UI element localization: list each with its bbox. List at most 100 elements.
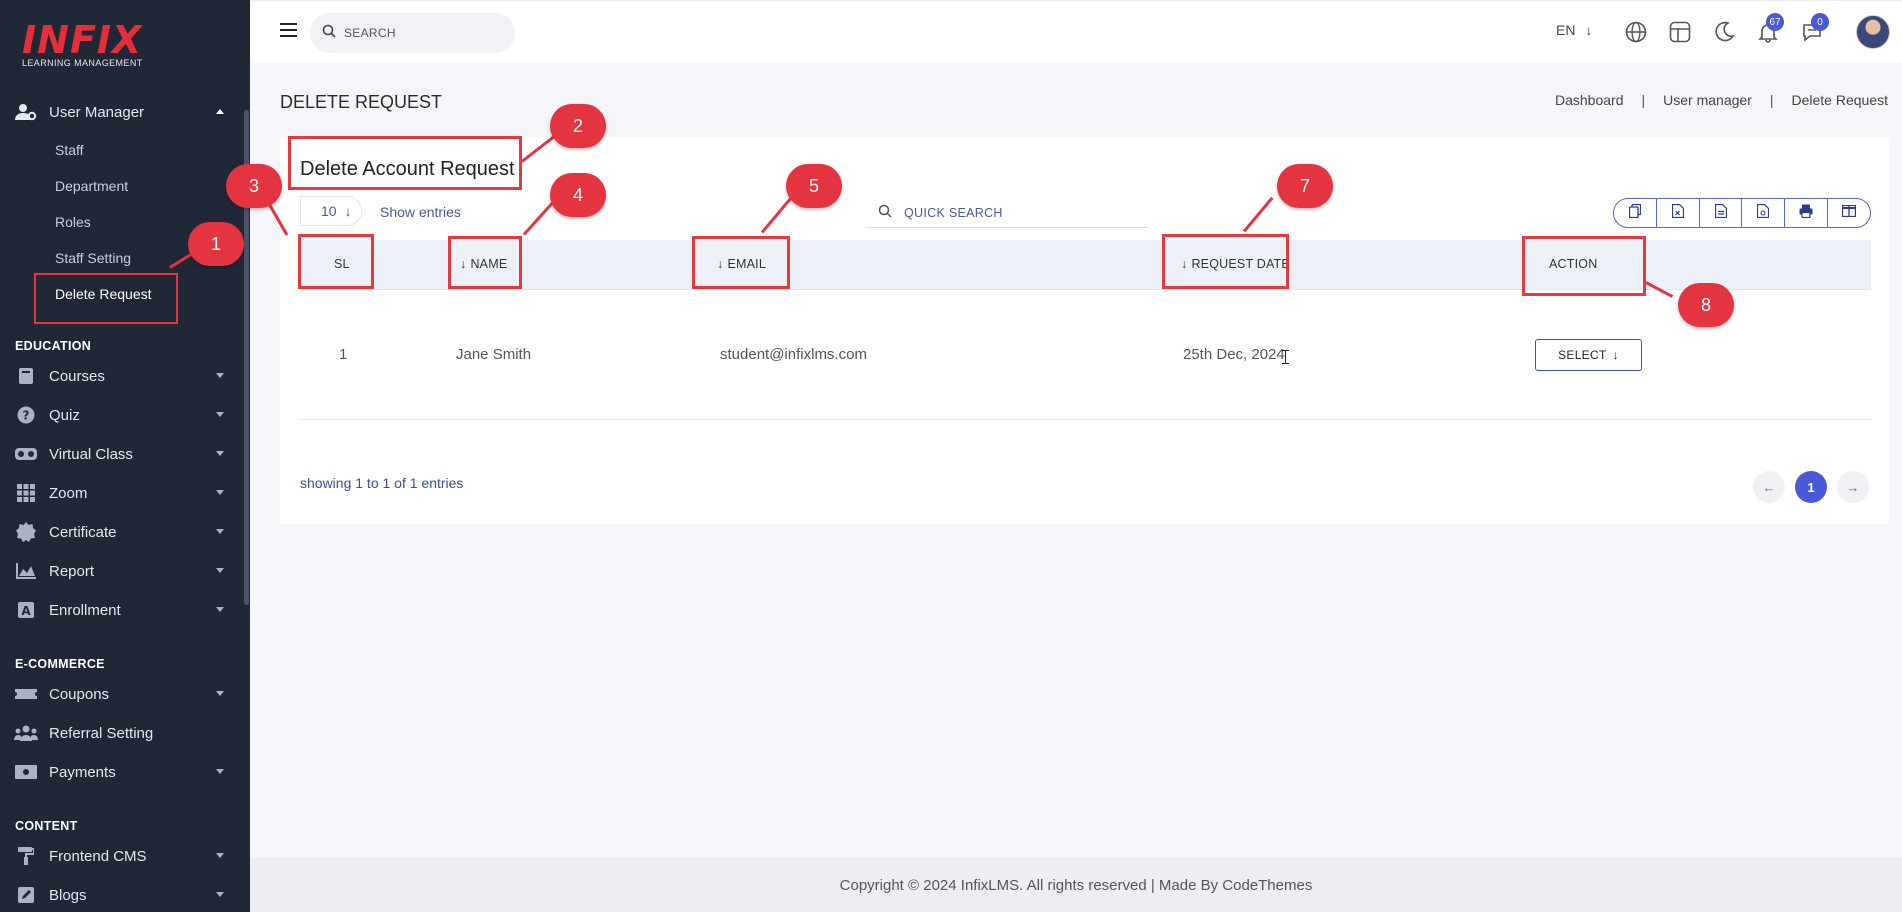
csv-export-button[interactable] [1700,199,1743,227]
sidebar-item-frontend-cms[interactable]: Frontend CMS [0,841,240,871]
sidebar-item-label: Certificate [49,523,117,541]
language-selector[interactable]: EN ↓ [1556,22,1592,38]
annotation-box-4 [448,236,522,289]
top-bar: SEARCH EN ↓ 67 0 [250,0,1902,63]
sidebar-item-user-manager[interactable]: User Manager [0,97,240,127]
sidebar: INFIX LEARNING MANAGEMENT User Manager S… [0,0,250,912]
chevron-up-icon [216,109,224,114]
certificate-icon [14,522,38,542]
pagination-page-1[interactable]: 1 [1795,471,1827,503]
sidebar-item-label: Coupons [49,685,110,703]
annotation-marker-1: 1 [188,222,244,266]
paint-roller-icon [14,847,38,865]
annotation-marker-5: 5 [786,164,842,208]
logo-tagline: LEARNING MANAGEMENT [22,58,143,68]
chart-icon [14,563,38,579]
sidebar-subitem-roles[interactable]: Roles [55,214,91,230]
sidebar-item-enrollment[interactable]: A Enrollment [0,595,240,625]
sidebar-item-label: Enrollment [49,601,121,619]
sidebar-item-quiz[interactable]: ? Quiz [0,400,240,430]
arrow-down-icon: ↓ [344,203,352,219]
annotation-box-7 [1162,234,1289,289]
entries-per-page-select[interactable]: 10 ↓ [300,196,362,226]
copy-button[interactable] [1614,199,1657,227]
sidebar-item-label: Zoom [49,484,88,502]
quick-search-placeholder: QUICK SEARCH [904,205,1003,220]
sidebar-item-report[interactable]: Report [0,556,240,586]
sidebar-item-label: Report [49,562,95,580]
chevron-down-icon [216,853,224,858]
sidebar-item-label: Frontend CMS [49,847,147,865]
quick-search-input[interactable]: QUICK SEARCH [866,198,1148,228]
chevron-down-icon [216,691,224,696]
language-code: EN [1556,22,1576,38]
user-avatar[interactable] [1856,15,1890,49]
pagination-info: showing 1 to 1 of 1 entries [300,475,464,491]
text-cursor-icon [1282,350,1289,364]
vr-headset-icon [14,446,38,462]
cell-sl: 1 [339,346,348,363]
sidebar-item-referral-setting[interactable]: Referral Setting [0,718,240,748]
chevron-down-icon [216,529,224,534]
user-gear-icon [14,103,38,121]
annotation-box-8 [1522,236,1646,296]
menu-toggle-icon[interactable] [280,23,297,41]
show-entries-label: Show entries [380,204,461,220]
sidebar-item-virtual-class[interactable]: Virtual Class [0,439,240,469]
search-icon [878,204,892,221]
entries-value: 10 [321,203,337,219]
pdf-export-button[interactable] [1742,199,1786,227]
chevron-down-icon [216,892,224,897]
chevron-down-icon [216,373,224,378]
breadcrumb-user-manager[interactable]: User manager [1663,92,1752,108]
sidebar-item-label: Courses [49,367,105,385]
money-icon [14,765,38,779]
chevron-down-icon [216,412,224,417]
column-visibility-button[interactable] [1828,199,1870,227]
sidebar-subitem-department[interactable]: Department [55,178,128,194]
logo[interactable]: INFIX LEARNING MANAGEMENT [22,20,143,68]
annotation-box-2 [288,136,522,190]
sidebar-subitem-staff-setting[interactable]: Staff Setting [55,250,131,266]
enrollment-icon: A [14,602,38,618]
sidebar-item-label: Quiz [49,406,80,424]
cell-email: student@infixlms.com [720,346,867,363]
pagination-next-button[interactable]: → [1837,471,1869,503]
sidebar-item-label: Payments [49,763,116,781]
sidebar-item-courses[interactable]: Courses [0,361,240,391]
row-action-select-button[interactable]: SELECT ↓ [1535,339,1642,371]
pagination-prev-button[interactable]: ← [1753,471,1785,503]
arrow-down-icon: ↓ [1612,348,1619,362]
svg-text:?: ? [23,409,30,423]
arrow-left-icon: ← [1762,479,1776,495]
annotation-marker-3: 3 [226,164,282,208]
print-button[interactable] [1785,199,1829,227]
csv-file-icon [1714,203,1727,223]
printer-icon [1799,204,1813,223]
select-button-label: SELECT [1558,348,1607,362]
sidebar-subitem-staff[interactable]: Staff [55,142,84,158]
svg-text:A: A [21,604,31,618]
notification-count-badge: 67 [1766,13,1784,31]
columns-icon [1841,204,1857,222]
sidebar-item-label: Virtual Class [49,445,133,463]
ticket-icon [14,687,38,701]
annotation-marker-2: 2 [550,104,606,148]
global-search-input[interactable]: SEARCH [310,13,515,53]
sidebar-item-zoom[interactable]: Zoom [0,478,240,508]
sidebar-item-certificate[interactable]: Certificate [0,517,240,547]
annotation-box-1 [34,273,178,324]
copy-icon [1628,203,1642,223]
excel-export-button[interactable] [1657,199,1700,227]
layout-icon[interactable] [1669,21,1691,48]
dark-mode-icon[interactable] [1713,21,1735,48]
globe-icon[interactable] [1625,21,1647,48]
book-icon [14,367,38,385]
section-title-education: EDUCATION [15,339,92,353]
breadcrumb-dashboard[interactable]: Dashboard [1555,92,1624,108]
sidebar-item-blogs[interactable]: Blogs [0,880,240,910]
sidebar-item-payments[interactable]: Payments [0,757,240,787]
sidebar-item-coupons[interactable]: Coupons [0,679,240,709]
annotation-box-3 [298,234,374,289]
annotation-box-5 [692,236,790,289]
